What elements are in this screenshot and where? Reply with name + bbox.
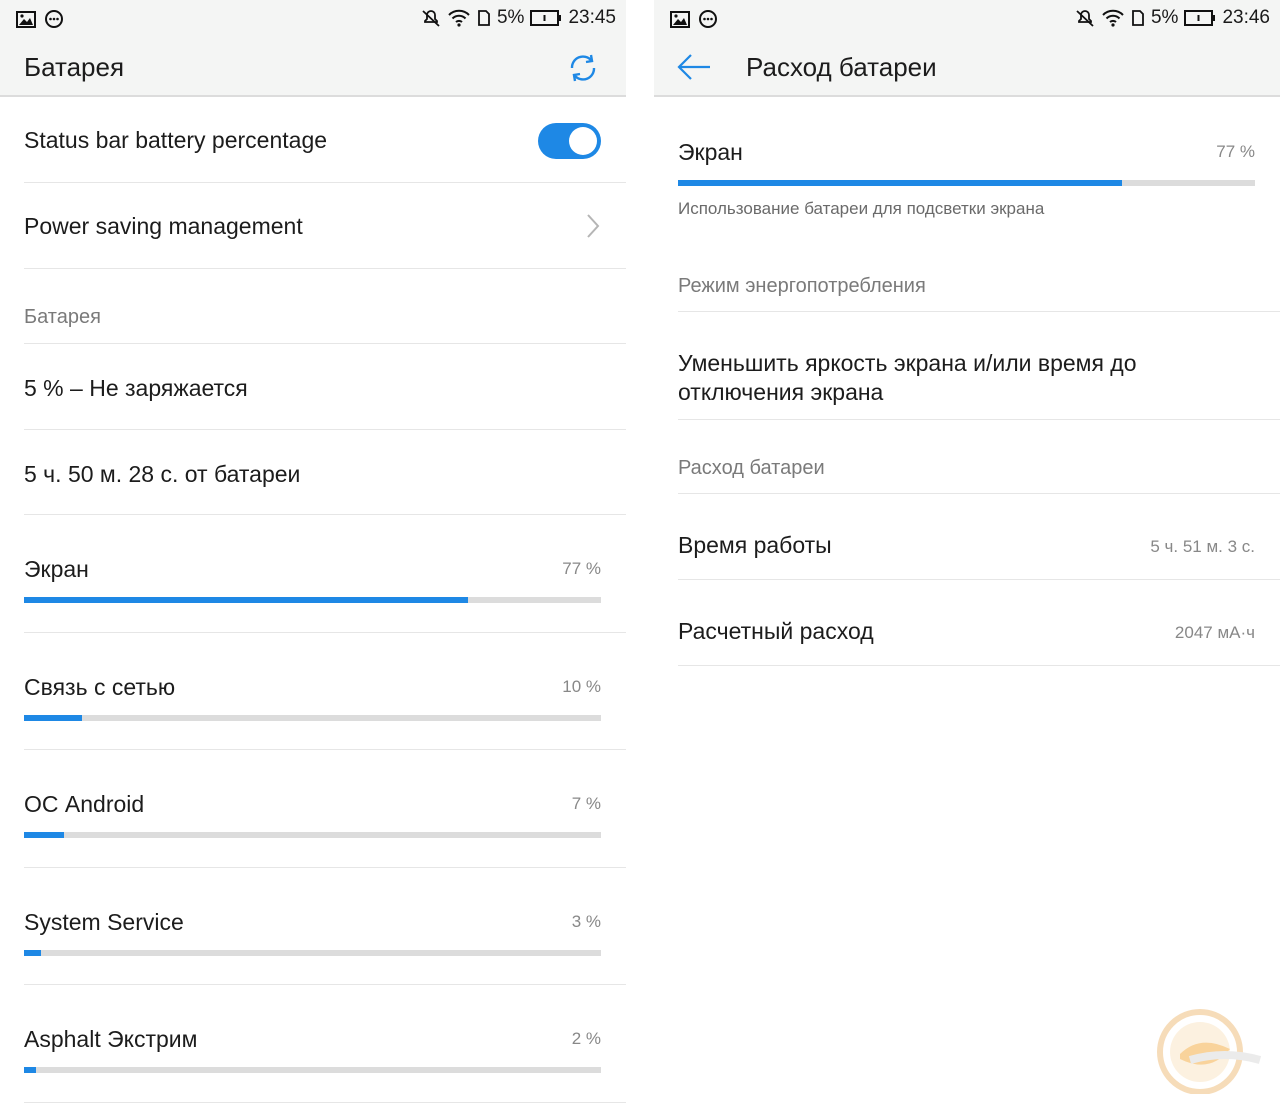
mute-icon bbox=[422, 10, 440, 27]
mute-icon bbox=[1076, 10, 1094, 27]
status-bar: 5% 23:46 bbox=[654, 0, 1280, 38]
wifi-icon bbox=[448, 9, 470, 27]
battery-section-header: Батарея bbox=[24, 269, 626, 344]
detail-row-consumption: Расчетный расход 2047 мА·ч bbox=[678, 580, 1280, 666]
usage-item-asphalt[interactable]: Asphalt Экстрим 2 % bbox=[24, 985, 626, 1103]
usage-bar bbox=[24, 950, 601, 956]
status-bar-percentage-row[interactable]: Status bar battery percentage bbox=[24, 99, 626, 183]
battery-screen: 5% 23:45 Батарея Status bar battery perc… bbox=[0, 0, 626, 1112]
usage-bar-fill bbox=[24, 597, 469, 603]
usage-item-name: System Service bbox=[24, 909, 184, 935]
battery-usage-header: Расход батареи bbox=[678, 420, 1280, 494]
refresh-icon[interactable] bbox=[566, 51, 600, 85]
usage-bar bbox=[678, 180, 1255, 186]
usage-bar bbox=[24, 715, 601, 721]
time-on-battery-text: 5 ч. 50 м. 28 с. от батареи bbox=[24, 461, 301, 487]
image-icon bbox=[16, 10, 36, 28]
usage-item-percent: 77 % bbox=[1216, 142, 1255, 161]
usage-item-percent: 10 % bbox=[562, 677, 601, 696]
usage-item-network[interactable]: Связь с сетью 10 % bbox=[24, 633, 626, 750]
screen-usage-summary: Экран 77 % Использование батареи для под… bbox=[678, 99, 1280, 251]
page-title: Расход батареи bbox=[746, 52, 937, 82]
detail-label: Расчетный расход bbox=[678, 618, 874, 644]
detail-label: Время работы bbox=[678, 532, 832, 558]
notification-icon bbox=[699, 10, 717, 28]
back-arrow-icon[interactable] bbox=[676, 52, 712, 82]
power-mode-tip-row[interactable]: Уменьшить яркость экрана и/или время до … bbox=[678, 312, 1280, 420]
power-saving-label: Power saving management bbox=[24, 213, 303, 239]
image-icon bbox=[670, 10, 690, 28]
watermark-logo bbox=[1157, 1009, 1262, 1094]
sim-icon bbox=[1132, 10, 1144, 26]
usage-item-name: Asphalt Экстрим bbox=[24, 1026, 198, 1052]
battery-percent-text: 5% bbox=[496, 7, 525, 28]
usage-item-percent: 77 % bbox=[562, 559, 601, 578]
usage-item-screen[interactable]: Экран 77 % bbox=[24, 515, 626, 633]
battery-icon bbox=[530, 10, 562, 26]
usage-bar-fill bbox=[24, 1067, 36, 1073]
detail-row-runtime: Время работы 5 ч. 51 м. 3 с. bbox=[678, 494, 1280, 580]
notification-icon bbox=[45, 10, 63, 28]
charge-status-row: 5 % – Не заряжается bbox=[24, 344, 626, 430]
status-bar: 5% 23:45 bbox=[0, 0, 626, 38]
usage-item-name: Экран bbox=[24, 556, 89, 582]
usage-bar bbox=[24, 597, 601, 603]
power-saving-row[interactable]: Power saving management bbox=[24, 183, 626, 269]
clock: 23:45 bbox=[568, 7, 616, 28]
status-bar-percentage-toggle[interactable] bbox=[538, 123, 601, 159]
clock: 23:46 bbox=[1222, 7, 1270, 28]
wifi-icon bbox=[1102, 9, 1124, 27]
usage-item-percent: 3 % bbox=[571, 912, 601, 931]
battery-usage-detail-screen: 5% 23:46 Расход батареи Экран 77 % Испол… bbox=[654, 0, 1280, 1112]
detail-value: 5 ч. 51 м. 3 с. bbox=[1150, 537, 1255, 556]
usage-bar-fill bbox=[678, 180, 1123, 186]
section-header-label: Режим энергопотребления bbox=[678, 275, 926, 297]
usage-item-name: Экран bbox=[678, 139, 743, 165]
section-header-label: Батарея bbox=[24, 306, 101, 328]
usage-item-percent: 2 % bbox=[571, 1029, 601, 1048]
charge-status-text: 5 % – Не заряжается bbox=[24, 375, 248, 401]
toggle-knob bbox=[569, 127, 597, 155]
usage-bar bbox=[24, 832, 601, 838]
detail-value: 2047 мА·ч bbox=[1174, 623, 1255, 642]
battery-icon bbox=[1184, 10, 1216, 26]
usage-bar-fill bbox=[24, 832, 65, 838]
chevron-right-icon bbox=[587, 214, 600, 238]
app-bar: Расход батареи bbox=[654, 38, 1280, 97]
sim-icon bbox=[478, 10, 490, 26]
usage-item-percent: 7 % bbox=[571, 794, 601, 813]
section-header-label: Расход батареи bbox=[678, 457, 825, 479]
page-title: Батарея bbox=[24, 52, 125, 82]
usage-description: Использование батареи для подсветки экра… bbox=[678, 199, 1045, 218]
usage-item-system-service[interactable]: System Service 3 % bbox=[24, 868, 626, 985]
app-bar: Батарея bbox=[0, 38, 626, 97]
usage-bar bbox=[24, 1067, 601, 1073]
usage-item-name: ОС Android bbox=[24, 791, 145, 817]
usage-item-android-os[interactable]: ОС Android 7 % bbox=[24, 750, 626, 868]
power-mode-header: Режим энергопотребления bbox=[678, 251, 1280, 312]
power-mode-tip-text: Уменьшить яркость экрана и/или время до … bbox=[678, 350, 1137, 405]
usage-bar-fill bbox=[24, 715, 82, 721]
status-bar-percentage-label: Status bar battery percentage bbox=[24, 127, 328, 153]
time-on-battery-row: 5 ч. 50 м. 28 с. от батареи bbox=[24, 430, 626, 515]
battery-percent-text: 5% bbox=[1150, 7, 1179, 28]
usage-bar-fill bbox=[24, 950, 42, 956]
usage-item-name: Связь с сетью bbox=[24, 674, 176, 700]
